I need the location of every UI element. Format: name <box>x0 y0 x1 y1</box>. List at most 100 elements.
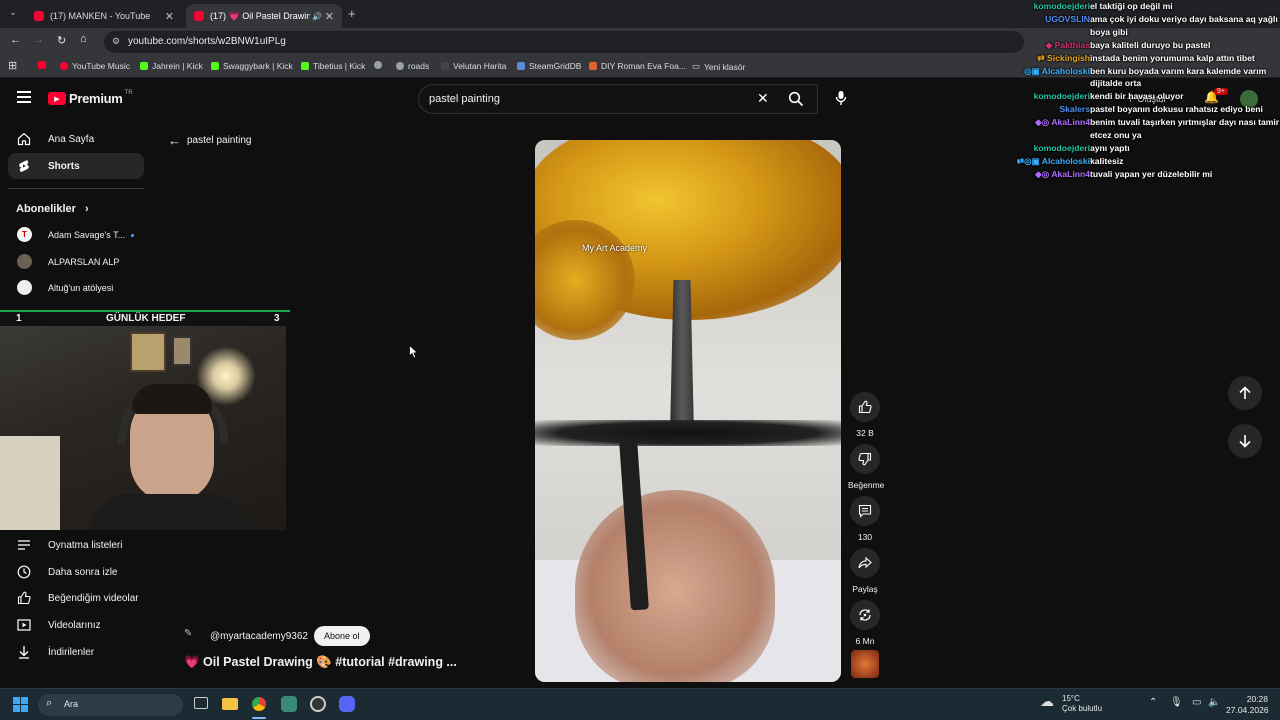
thumbs-down-icon <box>858 452 872 466</box>
sidebar-item-sub-alparslan[interactable]: ALPARSLAN ALP <box>8 249 144 275</box>
wall-painting <box>172 336 192 366</box>
next-short-button[interactable] <box>1228 424 1262 458</box>
bookmark-youtube-music[interactable]: YouTube Music <box>60 61 130 71</box>
discord-icon[interactable] <box>339 696 355 712</box>
menu-icon[interactable] <box>17 91 31 103</box>
tab-manken[interactable]: (17) MANKEN - YouTube ✕ <box>26 4 182 28</box>
sidebar-item-shorts[interactable]: Shorts <box>8 153 144 179</box>
network-icon[interactable]: ▭ <box>1192 697 1201 708</box>
bookmark-folder[interactable]: ▭ Yeni klasör <box>692 61 745 72</box>
taskbar-search[interactable]: ⌕ Ara <box>38 694 183 716</box>
new-tab-button[interactable]: + <box>348 6 356 21</box>
audio-icon[interactable]: 🔊 <box>312 12 322 21</box>
sidebar-item-playlists[interactable]: Oynatma listeleri <box>8 532 144 558</box>
windows-start-icon[interactable] <box>13 697 28 712</box>
chat-username: ◎▣ Alcaholoski <box>1024 65 1090 76</box>
sidebar-item-watch-later[interactable]: Daha sonra izle <box>8 559 144 585</box>
download-icon <box>19 646 29 659</box>
bookmark-tibetius[interactable]: Tibetius | Kick <box>301 61 365 71</box>
bookmark-diy-roman[interactable]: DIY Roman Eva Foa... <box>589 61 686 71</box>
back-to-search-link[interactable]: ← pastel painting <box>168 133 252 148</box>
chat-message: komodoejderi kendi bir havası oluyor <box>1000 90 1280 103</box>
mouse-cursor-icon <box>409 345 419 359</box>
chrome-icon[interactable] <box>251 696 267 712</box>
short-video-player[interactable]: My Art Academy <box>535 140 841 682</box>
comments-button[interactable]: 130 <box>848 496 882 542</box>
short-title[interactable]: 💗 Oil Pastel Drawing 🎨 #tutorial #drawin… <box>184 655 457 670</box>
remix-button[interactable]: 6 Mn <box>848 600 882 646</box>
chat-text: pastel boyanın dokusu rahatsız ediyo ben… <box>1090 104 1263 115</box>
chat-text: kendi bir havası oluyor <box>1090 91 1184 102</box>
bookmark-jahrein[interactable]: Jahrein | Kick <box>140 61 203 71</box>
url-text: youtube.com/shorts/w2BNW1uIPLg <box>128 36 286 47</box>
subscriptions-heading[interactable]: Abonelikler › <box>16 203 89 215</box>
obs-icon[interactable] <box>310 696 326 712</box>
like-button[interactable]: 32 B <box>848 392 882 438</box>
url-input[interactable]: ⚙ youtube.com/shorts/w2BNW1uIPLg <box>104 31 1024 53</box>
previous-short-button[interactable] <box>1228 376 1262 410</box>
file-explorer-icon[interactable] <box>222 698 238 710</box>
sidebar-item-home[interactable]: Ana Sayfa <box>8 126 144 152</box>
search-button[interactable] <box>778 84 816 114</box>
chat-username: UGOVSLIN <box>1045 13 1090 24</box>
bookmark-swaggybark[interactable]: Swaggybark | Kick <box>211 61 293 71</box>
home-icon[interactable]: ⌂ <box>80 33 87 45</box>
bookmark-youtube-icon[interactable] <box>38 61 50 69</box>
apps-icon[interactable]: ⊞ <box>8 59 17 72</box>
folder-icon: ▭ <box>692 61 701 71</box>
task-view-icon[interactable] <box>194 697 208 709</box>
back-icon[interactable]: ← <box>10 34 21 46</box>
clear-search-icon[interactable]: ✕ <box>757 90 769 107</box>
clock[interactable]: 20:28 27.04.2026 <box>1226 694 1269 716</box>
sidebar-item-sub-adam-savage[interactable]: T Adam Savage's T... <box>8 222 144 248</box>
tab-oil-pastel[interactable]: (17) 💗 Oil Pastel Drawing ( 🔊 ✕ <box>186 4 342 28</box>
bookmark-velutan[interactable]: Velutan Harita <box>441 61 506 71</box>
close-tab-icon[interactable]: ✕ <box>165 10 174 23</box>
subscribe-button[interactable]: Abone ol <box>313 626 370 646</box>
home-icon <box>17 132 31 146</box>
chat-username: ◆ Pakthias <box>1045 39 1090 50</box>
weather-widget[interactable]: ☁ 15°C Çok bulutlu <box>1040 694 1102 714</box>
streamer-webcam <box>0 326 286 530</box>
dislike-button[interactable]: Beğenme <box>848 444 884 490</box>
daily-goal-bar: 1 GÜNLÜK HEDEF 3 <box>0 310 290 326</box>
chevron-right-icon: › <box>84 203 89 215</box>
chat-text: kalitesiz <box>1090 155 1124 166</box>
ground-shadow <box>535 420 841 446</box>
tray-mic-icon[interactable]: 🎙 <box>1170 697 1183 708</box>
tray-chevron-icon[interactable]: ⌃ <box>1149 697 1157 708</box>
sidebar-item-sub-altug[interactable]: Altuğ'un atölyesi <box>8 275 144 301</box>
chat-text: el taktiği op değil mi <box>1090 1 1173 11</box>
close-tab-icon[interactable]: ✕ <box>325 10 334 23</box>
chat-username: komodoejderi <box>1033 91 1090 102</box>
arrow-down-icon <box>1239 435 1251 448</box>
arrow-up-icon <box>1239 386 1251 399</box>
channel-avatar[interactable]: ✎ <box>184 628 202 644</box>
channel-name-link[interactable]: @myartacademy9362 <box>210 631 308 642</box>
chat-message: UGOVSLIN ama çok iyi doku veriyo dayı bak… <box>1000 13 1280 39</box>
forward-icon[interactable]: → <box>33 34 44 46</box>
app-icon[interactable] <box>281 696 297 712</box>
chat-username: komodoejderi <box>1033 142 1090 153</box>
reload-icon[interactable]: ↻ <box>57 34 66 47</box>
sidebar-item-liked[interactable]: Beğendiğim videolar <box>8 585 144 611</box>
share-button[interactable]: Paylaş <box>848 548 882 594</box>
bookmark-roads[interactable]: roads <box>396 61 429 71</box>
bookmark-steamgriddb[interactable]: SteamGridDB <box>517 61 581 71</box>
chat-text: baya kaliteli duruyo bu pastel <box>1090 39 1211 50</box>
active-app-indicator <box>252 717 266 719</box>
bookmark-globe-icon[interactable] <box>374 61 386 69</box>
volume-icon[interactable]: 🔈 <box>1208 697 1220 708</box>
chat-message: ⇄◎▣ Alcaholoski kalitesiz <box>1000 155 1280 168</box>
audio-thumbnail[interactable] <box>851 650 879 678</box>
sidebar-divider <box>8 188 144 189</box>
tab-search-button[interactable]: ⌄ <box>6 7 20 21</box>
cloud-icon: ☁ <box>1040 693 1054 709</box>
youtube-logo[interactable]: ▶ Premium TR <box>48 90 133 106</box>
sidebar-item-your-videos[interactable]: Videolarınız <box>8 612 144 638</box>
chat-text: benim tuvali taşırken yırtmışlar dayı na… <box>1090 117 1280 141</box>
clock-icon <box>17 565 31 579</box>
site-info-icon[interactable]: ⚙ <box>112 36 120 47</box>
voice-search-button[interactable] <box>829 86 853 110</box>
sidebar-item-downloads[interactable]: İndirilenler <box>8 639 144 665</box>
